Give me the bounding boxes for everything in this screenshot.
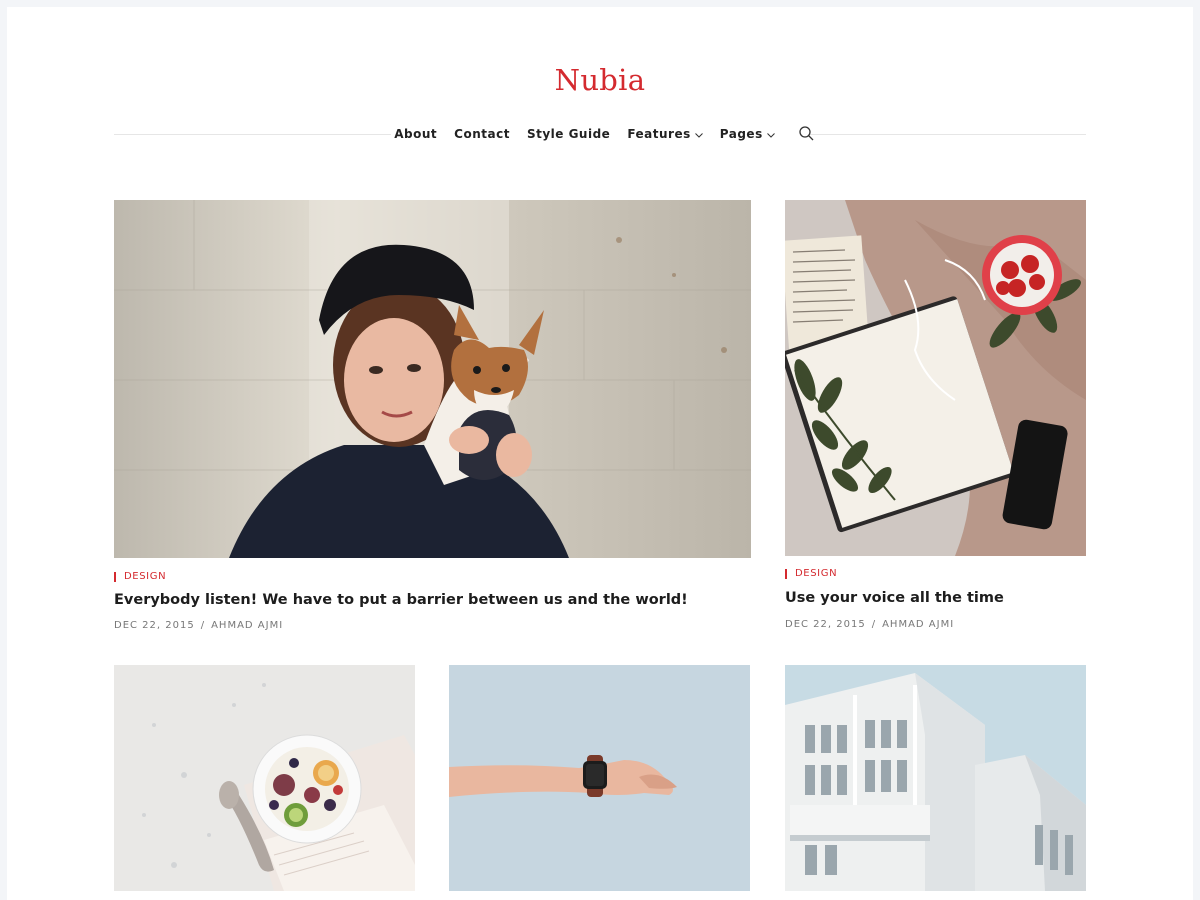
nav-item-label: About: [394, 126, 438, 141]
nav-item-label: Pages: [719, 126, 763, 141]
page: Nubia About Contact Style Guide Features…: [7, 7, 1193, 900]
chevron-down-icon: [694, 127, 703, 141]
nav-item-label: Style Guide: [526, 126, 611, 141]
post-date: DEC 22, 2015: [114, 620, 195, 631]
post-image-woman-with-dog[interactable]: [114, 200, 751, 558]
post-category[interactable]: DESIGN: [114, 572, 166, 582]
post-image-wrist-watch[interactable]: [449, 665, 750, 891]
chevron-down-icon: [766, 127, 775, 141]
main-nav: About Contact Style Guide Features Pages: [7, 126, 1193, 141]
post-title[interactable]: Use your voice all the time: [785, 590, 1004, 606]
post-image-fruit-bowl[interactable]: [114, 665, 415, 891]
post-author[interactable]: AHMAD AJMI: [882, 619, 954, 630]
post-image-white-building[interactable]: [785, 665, 1086, 891]
nav-item-style-guide[interactable]: Style Guide: [527, 127, 610, 141]
nav-item-label: Features: [627, 126, 691, 141]
post-meta: DEC 22, 2015 / AHMAD AJMI: [114, 620, 283, 631]
search-icon[interactable]: [799, 126, 814, 141]
nav-item-contact[interactable]: Contact: [454, 127, 510, 141]
nav-item-features[interactable]: Features: [627, 126, 703, 141]
nav-item-label: Contact: [454, 126, 510, 141]
meta-separator: /: [871, 619, 877, 630]
post-date: DEC 22, 2015: [785, 619, 866, 630]
post-image-notebook-strawberries[interactable]: [785, 200, 1086, 556]
nav-item-about[interactable]: About: [394, 127, 437, 141]
nav-item-pages[interactable]: Pages: [720, 127, 775, 141]
post-title[interactable]: Everybody listen! We have to put a barri…: [114, 592, 688, 608]
post-author[interactable]: AHMAD AJMI: [211, 620, 283, 631]
site-title[interactable]: Nubia: [7, 63, 1193, 97]
post-meta: DEC 22, 2015 / AHMAD AJMI: [785, 619, 954, 630]
post-category[interactable]: DESIGN: [785, 569, 837, 579]
meta-separator: /: [200, 620, 206, 631]
